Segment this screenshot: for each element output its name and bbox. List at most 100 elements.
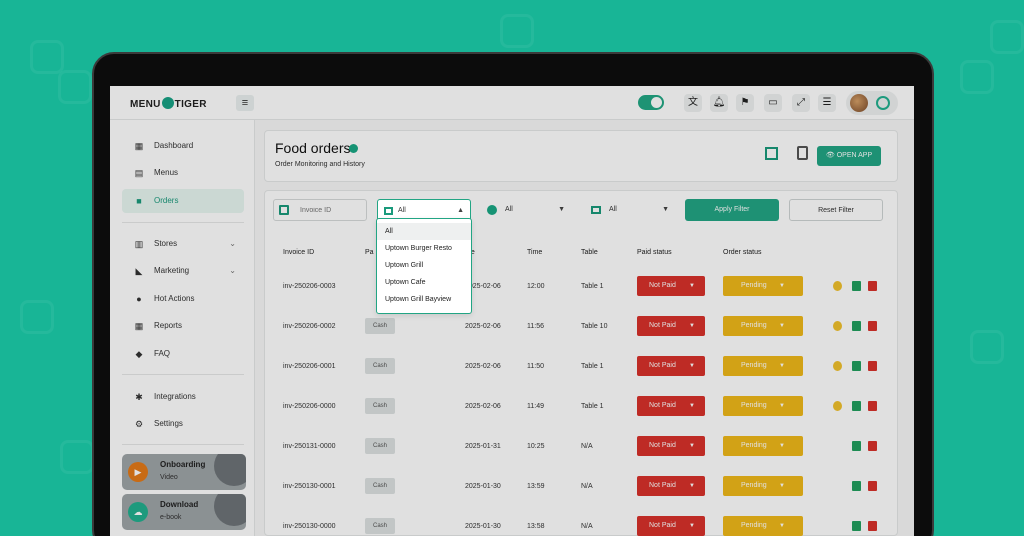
- order-date: 2025-01-31: [465, 443, 501, 450]
- qr-code-icon[interactable]: [765, 147, 778, 160]
- paid-status-select[interactable]: Not Paid ▼: [637, 396, 705, 416]
- sidebar-item-dashboard[interactable]: ▦ Dashboard: [122, 134, 244, 158]
- store-open-toggle[interactable]: [638, 95, 664, 110]
- table-name: Table 1: [581, 283, 604, 290]
- order-status-select[interactable]: Pending ▼: [723, 276, 803, 296]
- settings-icon: ⚙: [134, 419, 144, 429]
- payment-select[interactable]: All ▼: [487, 199, 571, 221]
- reset-filter-button[interactable]: Reset Filter: [789, 199, 883, 221]
- order-status-select[interactable]: Pending ▼: [723, 516, 803, 536]
- page-header: Food orders Order Monitoring and History…: [264, 130, 898, 182]
- table-name: Table 10: [581, 323, 608, 330]
- table-select[interactable]: All ▼: [591, 199, 675, 221]
- invoice-id[interactable]: inv-250206-0001: [283, 363, 336, 370]
- orders-card: All ▲ All ▼ All ▼ Apply Filter Reset Fil…: [264, 190, 898, 536]
- document-icon[interactable]: [852, 441, 861, 451]
- order-status-select[interactable]: Pending ▼: [723, 396, 803, 416]
- divider: [122, 222, 244, 223]
- dropdown-option[interactable]: Uptown Burger Resto: [377, 240, 471, 257]
- invoice-id[interactable]: inv-250206-0000: [283, 403, 336, 410]
- document-icon[interactable]: [852, 321, 861, 331]
- dropdown-option-all[interactable]: All: [377, 223, 471, 240]
- paid-status-select[interactable]: Not Paid ▼: [637, 316, 705, 336]
- document-icon[interactable]: [852, 281, 861, 291]
- sidebar: ▦ Dashboard ▤ Menus ■ Orders ▥ Stores ⌄ ◣ Mark…: [110, 120, 255, 536]
- status-indicator-icon[interactable]: [833, 321, 842, 331]
- order-time: 12:00: [527, 283, 545, 290]
- status-indicator-icon[interactable]: [833, 281, 842, 291]
- apply-filter-button[interactable]: Apply Filter: [685, 199, 779, 221]
- column-header-order-status: Order status: [723, 249, 762, 256]
- table-name: Table 1: [581, 403, 604, 410]
- trash-icon[interactable]: [868, 401, 877, 411]
- status-indicator-icon[interactable]: [833, 401, 842, 411]
- document-icon[interactable]: [852, 401, 861, 411]
- profile-settings-icon: [876, 96, 890, 110]
- paid-status-select[interactable]: Not Paid ▼: [637, 516, 705, 536]
- invoice-id[interactable]: inv-250131-0000: [283, 443, 336, 450]
- sidebar-item-hot-actions[interactable]: ● Hot Actions: [122, 287, 244, 311]
- bell-icon[interactable]: 🔔︎: [710, 94, 728, 112]
- faq-icon: ◆: [135, 349, 143, 359]
- dropdown-option[interactable]: Uptown Grill Bayview: [377, 291, 471, 308]
- sidebar-item-marketing[interactable]: ◣ Marketing ⌄: [122, 259, 244, 283]
- status-indicator-icon[interactable]: [833, 361, 842, 371]
- sidebar-item-faq[interactable]: ◆ FAQ: [122, 342, 244, 366]
- profile-menu[interactable]: [846, 91, 898, 115]
- document-icon[interactable]: [852, 521, 861, 531]
- sidebar-item-integrations[interactable]: ✱ Integrations: [122, 385, 244, 409]
- document-icon[interactable]: [852, 481, 861, 491]
- dropdown-option[interactable]: Uptown Cafe: [377, 274, 471, 291]
- order-time: 13:59: [527, 483, 545, 490]
- onboarding-video-card[interactable]: ▶ Onboarding Video: [122, 454, 246, 490]
- order-date: 2025-02-06: [465, 363, 501, 370]
- download-ebook-card[interactable]: ☁ Download e-book: [122, 494, 246, 530]
- sidebar-toggle-button[interactable]: ≡: [236, 95, 254, 111]
- payment-badge: Cash: [365, 318, 395, 334]
- paid-status-select[interactable]: Not Paid ▼: [637, 276, 705, 296]
- order-status-select[interactable]: Pending ▼: [723, 476, 803, 496]
- invoice-id[interactable]: inv-250206-0002: [283, 323, 336, 330]
- invoice-id[interactable]: inv-250130-0001: [283, 483, 336, 490]
- order-date: 2025-02-06: [465, 403, 501, 410]
- trash-icon[interactable]: [868, 361, 877, 371]
- payment-badge: Cash: [365, 358, 395, 374]
- devices-icon[interactable]: ▭: [764, 94, 782, 112]
- chevron-down-icon: ⌄: [229, 266, 236, 275]
- column-header-payment: Pa: [365, 249, 374, 256]
- order-status-select[interactable]: Pending ▼: [723, 356, 803, 376]
- notes-icon[interactable]: ☰: [818, 94, 836, 112]
- orders-icon: ■: [136, 196, 142, 206]
- sidebar-item-reports[interactable]: ▦ Reports: [122, 314, 244, 338]
- dropdown-option[interactable]: Uptown Grill: [377, 257, 471, 274]
- sidebar-item-menus[interactable]: ▤ Menus: [122, 161, 244, 185]
- trash-icon[interactable]: [868, 281, 877, 291]
- trash-icon[interactable]: [868, 321, 877, 331]
- flag-icon[interactable]: ⚑: [736, 94, 754, 112]
- invoice-id[interactable]: inv-250130-0000: [283, 523, 336, 530]
- trash-icon[interactable]: [868, 521, 877, 531]
- sidebar-item-settings[interactable]: ⚙ Settings: [122, 412, 244, 436]
- invoice-id[interactable]: inv-250206-0003: [283, 283, 336, 290]
- copy-icon[interactable]: [797, 146, 808, 160]
- caret-down-icon: ▼: [689, 483, 695, 489]
- paid-status-select[interactable]: Not Paid ▼: [637, 476, 705, 496]
- order-time: 13:58: [527, 523, 545, 530]
- trash-icon[interactable]: [868, 441, 877, 451]
- paid-status-select[interactable]: Not Paid ▼: [637, 356, 705, 376]
- order-status-select[interactable]: Pending ▼: [723, 316, 803, 336]
- column-header-time: Time: [527, 249, 543, 256]
- column-header-paid-status: Paid status: [637, 249, 672, 256]
- caret-down-icon: ▼: [689, 323, 695, 329]
- invoice-icon: [279, 205, 289, 215]
- order-status-select[interactable]: Pending ▼: [723, 436, 803, 456]
- paid-status-select[interactable]: Not Paid ▼: [637, 436, 705, 456]
- translate-icon[interactable]: 文: [684, 94, 702, 112]
- sidebar-item-stores[interactable]: ▥ Stores ⌄: [122, 232, 244, 256]
- fullscreen-icon[interactable]: ⤢: [792, 94, 810, 112]
- table-icon: [591, 206, 601, 214]
- open-app-button[interactable]: 👁︎ OPEN APP: [817, 146, 881, 166]
- sidebar-item-orders[interactable]: ■ Orders: [122, 189, 244, 213]
- trash-icon[interactable]: [868, 481, 877, 491]
- document-icon[interactable]: [852, 361, 861, 371]
